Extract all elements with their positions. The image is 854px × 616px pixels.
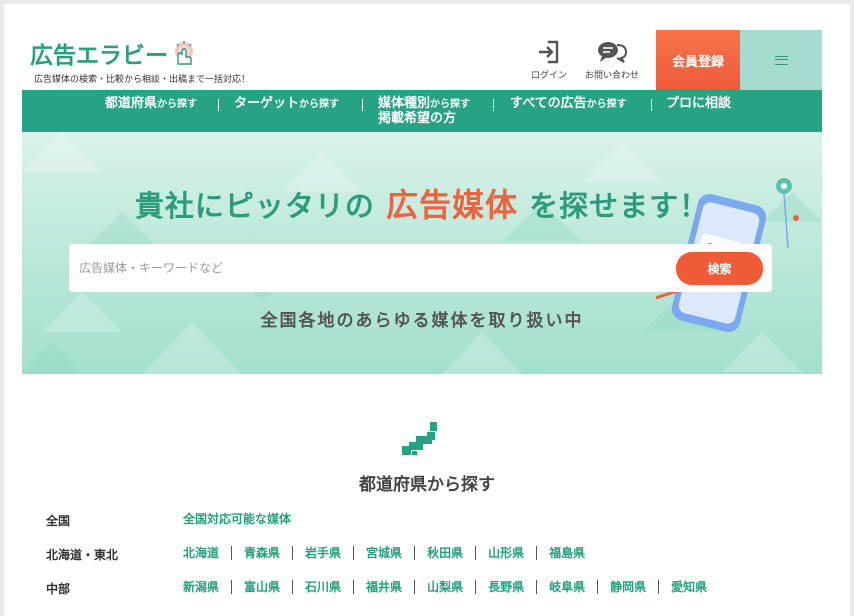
nav-item-main: プロに相談 bbox=[666, 96, 732, 111]
hamburger-menu-button[interactable] bbox=[740, 30, 822, 90]
nav-item-prefecture[interactable]: 都道府県から探す bbox=[105, 97, 197, 112]
prefecture-link[interactable]: 青森県 bbox=[231, 546, 292, 560]
prefecture-link[interactable]: 北海道 bbox=[183, 546, 231, 560]
contact-label: お問い合わせ bbox=[584, 71, 639, 81]
pointing-hand-icon bbox=[175, 41, 193, 65]
nav-item-target[interactable]: ターゲットから探す bbox=[234, 97, 339, 112]
nav-item-main: 都道府県 bbox=[105, 96, 158, 111]
prefecture-list: 新潟県 富山県 石川県 福井県 山梨県 長野県 岐阜県 静岡県 愛知県 bbox=[183, 580, 719, 594]
japan-map-icon bbox=[402, 422, 437, 455]
prefecture-link[interactable]: 愛知県 bbox=[658, 580, 719, 594]
hero-title-before: 貴社にピッタリの bbox=[134, 189, 375, 223]
main-nav: 都道府県から探す ターゲットから探す 媒体種別から探す 掲載希望の方 すべての広告… bbox=[22, 90, 822, 132]
prefecture-link[interactable]: 福井県 bbox=[353, 580, 414, 594]
region-label: 全国 bbox=[46, 514, 71, 528]
nav-divider bbox=[651, 99, 652, 111]
hero-title: 貴社にピッタリの 広告媒体 を探せます！ bbox=[22, 180, 822, 226]
page-frame: 広告エラビー 広告媒体の検索・比較から相談・出稿まで一括対応！ ログイン お問い… bbox=[4, 4, 850, 616]
contact-link[interactable]: お問い合わせ bbox=[582, 40, 642, 81]
prefecture-link[interactable]: 新潟県 bbox=[183, 580, 231, 594]
region-label: 中部 bbox=[46, 582, 71, 596]
nav-item-listing-applicants[interactable]: 掲載希望の方 bbox=[378, 111, 456, 126]
prefecture-list: 北海道 青森県 岩手県 宮城県 秋田県 山形県 福島県 bbox=[183, 546, 597, 560]
chat-bubbles-icon bbox=[598, 42, 628, 63]
prefecture-link[interactable]: 岩手県 bbox=[292, 546, 353, 560]
prefecture-section-heading: 都道府県から探す bbox=[359, 475, 495, 495]
logo-text: 広告エラビー bbox=[30, 43, 168, 69]
nav-item-small: から探す bbox=[157, 99, 198, 110]
nav-divider bbox=[493, 99, 494, 111]
prefecture-link[interactable]: 山形県 bbox=[475, 546, 536, 560]
prefecture-link[interactable]: 秋田県 bbox=[414, 546, 475, 560]
site-header: 広告エラビー 広告媒体の検索・比較から相談・出稿まで一括対応！ ログイン お問い… bbox=[22, 30, 822, 90]
login-label: ログイン bbox=[530, 71, 567, 81]
region-label: 北海道・東北 bbox=[46, 548, 119, 562]
nav-item-main: ターゲット bbox=[234, 96, 300, 111]
site-tagline: 広告媒体の検索・比較から相談・出稿まで一括対応！ bbox=[34, 75, 251, 85]
nav-item-main: 媒体種別 bbox=[378, 96, 431, 111]
nav-item-small: から探す bbox=[299, 99, 340, 110]
nav-divider bbox=[218, 99, 219, 111]
prefecture-list: 全国対応可能な媒体 bbox=[183, 512, 303, 526]
prefecture-link[interactable]: 富山県 bbox=[231, 580, 292, 594]
prefecture-link[interactable]: 山梨県 bbox=[414, 580, 475, 594]
search-box: 検索 bbox=[69, 244, 772, 292]
nav-item-media-type[interactable]: 媒体種別から探す 掲載希望の方 bbox=[378, 97, 470, 126]
login-link[interactable]: ログイン bbox=[519, 40, 579, 81]
hero-banner: 貴社にピッタリの 広告媒体 を探せます！ 検索 全国各地のあらゆる媒体を取り扱い… bbox=[22, 132, 822, 374]
search-button[interactable]: 検索 bbox=[676, 252, 763, 285]
hero-title-after: を探せます！ bbox=[529, 189, 710, 223]
nav-item-all-ads[interactable]: すべての広告から探す bbox=[510, 97, 627, 112]
hero-subtitle: 全国各地のあらゆる媒体を取り扱い中 bbox=[260, 311, 584, 331]
prefecture-link[interactable]: 全国対応可能な媒体 bbox=[183, 512, 303, 526]
nav-item-main: すべての広告 bbox=[510, 96, 587, 111]
prefecture-link[interactable]: 静岡県 bbox=[597, 580, 658, 594]
prefecture-link[interactable]: 岐阜県 bbox=[536, 580, 597, 594]
prefecture-link[interactable]: 石川県 bbox=[292, 580, 353, 594]
hamburger-icon bbox=[774, 55, 788, 65]
nav-item-consult-pro[interactable]: プロに相談 bbox=[666, 97, 731, 111]
prefecture-link[interactable]: 福島県 bbox=[536, 546, 597, 560]
hero-title-accent: 広告媒体 bbox=[385, 186, 518, 224]
login-icon bbox=[539, 40, 559, 64]
nav-divider bbox=[362, 99, 363, 111]
prefecture-link[interactable]: 宮城県 bbox=[353, 546, 414, 560]
search-input[interactable] bbox=[69, 244, 669, 292]
prefecture-link[interactable]: 長野県 bbox=[475, 580, 536, 594]
register-button[interactable]: 会員登録 bbox=[656, 30, 740, 90]
nav-item-small: から探す bbox=[586, 99, 627, 110]
nav-item-small: から探す bbox=[430, 99, 471, 110]
site-logo[interactable]: 広告エラビー bbox=[30, 36, 196, 70]
